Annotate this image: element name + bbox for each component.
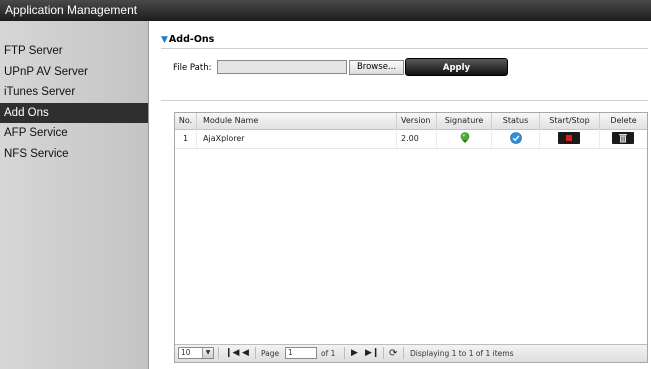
column-header-version[interactable]: Version [397, 113, 437, 129]
apply-button[interactable]: Apply [405, 58, 508, 76]
column-header-signature[interactable]: Signature [437, 113, 492, 129]
collapse-triangle-icon[interactable]: ▼ [161, 35, 168, 45]
column-header-start-stop[interactable]: Start/Stop [540, 113, 600, 129]
row-version: 2.00 [397, 129, 437, 148]
sidebar-item-nfs-service[interactable]: NFS Service [0, 144, 148, 165]
signature-badge-icon [460, 132, 470, 143]
table-row[interactable]: 1 AjaXplorer 2.00 [175, 129, 647, 149]
file-path-input[interactable] [217, 60, 347, 74]
page-size-value: 10 [181, 348, 191, 357]
pager-separator [255, 347, 256, 359]
row-module-name: AjaXplorer [197, 129, 397, 148]
file-path-label: File Path: [173, 63, 212, 73]
prev-page-icon[interactable]: ◀ [242, 346, 249, 361]
pager-separator [383, 347, 384, 359]
pager-separator [218, 347, 219, 359]
next-page-icon[interactable]: ▶ [351, 346, 358, 361]
section-header[interactable]: ▼Add-Ons [161, 34, 214, 45]
sidebar-item-afp-service[interactable]: AFP Service [0, 123, 148, 144]
refresh-icon[interactable]: ⟳ [389, 346, 397, 361]
window-title: Application Management [5, 3, 138, 17]
last-page-icon[interactable]: ▶❙ [365, 346, 379, 361]
displaying-info: Displaying 1 to 1 of 1 items [410, 349, 514, 358]
column-header-module-name[interactable]: Module Name [197, 113, 397, 129]
row-start-stop-cell [540, 129, 600, 148]
sidebar: FTP Server UPnP AV Server iTunes Server … [0, 21, 149, 369]
stop-button-icon[interactable] [558, 132, 580, 144]
status-check-icon [510, 132, 522, 144]
pager-separator [344, 347, 345, 359]
section-divider [161, 48, 648, 49]
page-label: Page [261, 349, 280, 358]
chevron-down-icon[interactable]: ▼ [202, 348, 213, 358]
column-header-no[interactable]: No. [175, 113, 197, 129]
sidebar-item-upnp-av-server[interactable]: UPnP AV Server [0, 62, 148, 83]
sidebar-item-itunes-server[interactable]: iTunes Server [0, 82, 148, 103]
table-pager: 10 ▼ ❙◀ ◀ Page 1 of 1 ▶ ▶❙ ⟳ Displaying … [175, 344, 647, 362]
delete-trash-icon[interactable] [612, 132, 634, 144]
row-number: 1 [175, 129, 197, 148]
browse-button[interactable]: Browse... [349, 60, 404, 75]
column-header-delete[interactable]: Delete [600, 113, 647, 129]
row-delete-cell [600, 129, 647, 148]
first-page-icon[interactable]: ❙◀ [225, 346, 239, 361]
section-divider-2 [161, 100, 648, 101]
table-header: No. Module Name Version Signature Status… [175, 113, 647, 130]
section-title: Add-Ons [168, 34, 215, 45]
page-size-select[interactable]: 10 ▼ [178, 347, 214, 359]
page-count-label: of 1 [321, 349, 336, 358]
page-number-input[interactable]: 1 [285, 347, 317, 359]
sidebar-item-add-ons[interactable]: Add Ons [0, 102, 148, 123]
window-title-bar: Application Management [0, 0, 651, 21]
column-header-status[interactable]: Status [492, 113, 540, 129]
row-status-cell [492, 129, 540, 148]
pager-separator [403, 347, 404, 359]
modules-table: No. Module Name Version Signature Status… [174, 112, 648, 363]
sidebar-item-ftp-server[interactable]: FTP Server [0, 41, 148, 62]
main-panel: ▼Add-Ons File Path: Browse... Apply No. … [150, 21, 651, 369]
row-signature-cell [437, 129, 492, 148]
